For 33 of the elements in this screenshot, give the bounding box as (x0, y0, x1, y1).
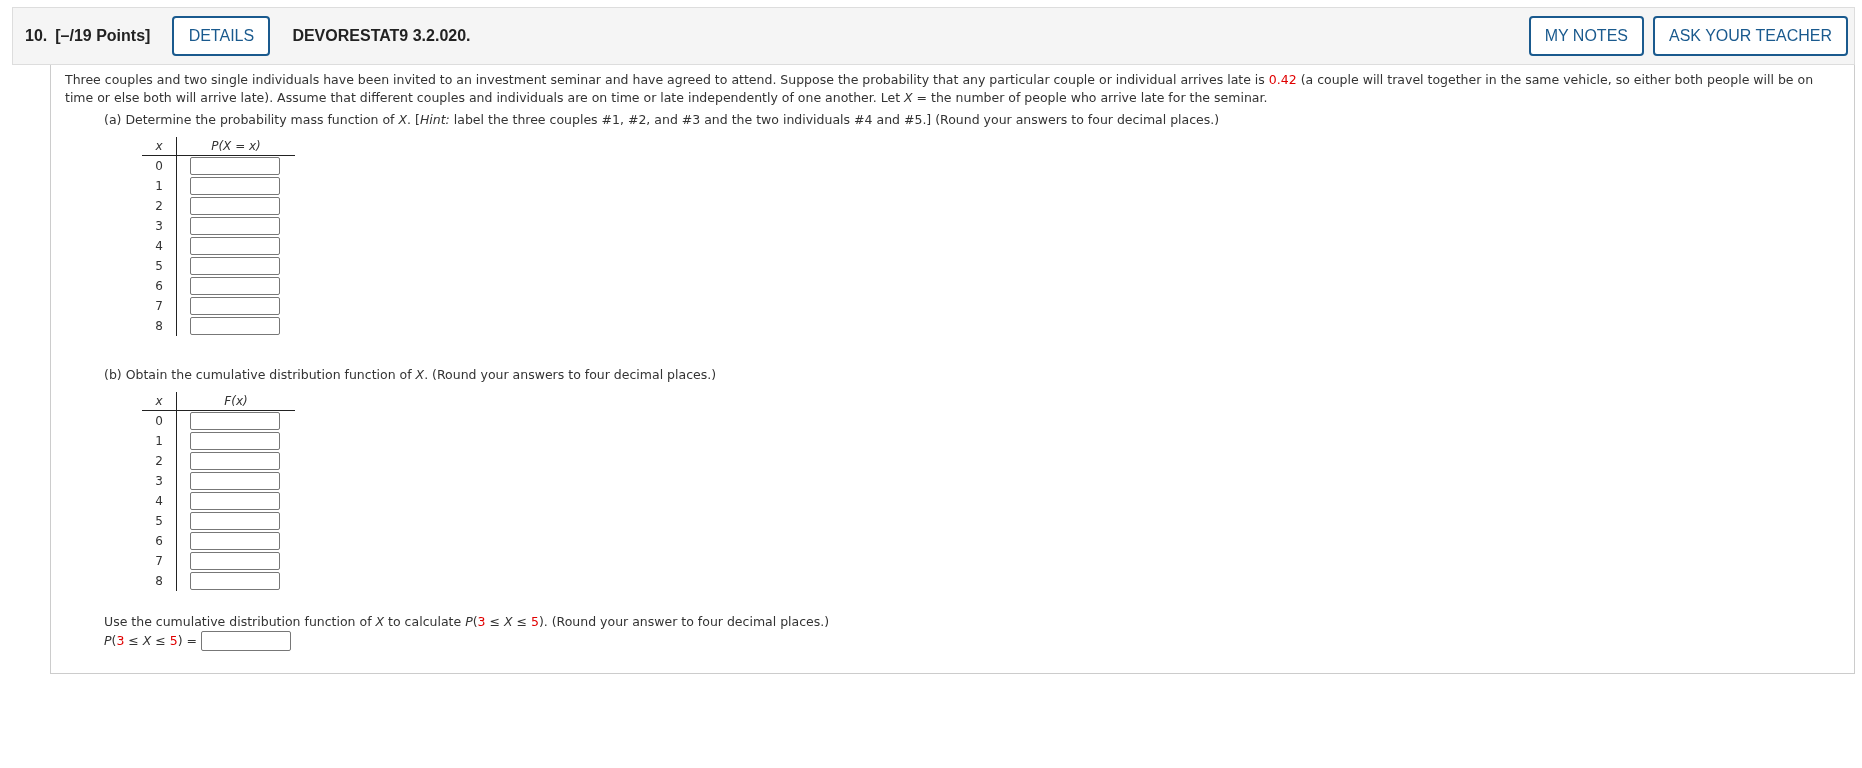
part-prompt: (a) Determine the probability mass function of X. [Hint: label the three couples #1, #2, and #3 and the two individuals #4 and #5.] (Round your answers to four decimal places.) (104, 111, 1221, 129)
row-value: 6 (155, 534, 163, 548)
points-label: [–/19 Points] (55, 27, 151, 45)
row-value: 0 (155, 159, 163, 173)
column-header: P(X = x) (176, 137, 295, 156)
question-text: Use the cumulative distribution function of X to calculate P(3 ≤ X ≤ 5). (Round your answer to four decimal places.) (104, 613, 831, 631)
row-value: 8 (155, 574, 163, 588)
row-value: 7 (155, 299, 163, 313)
row-value: 7 (155, 554, 163, 568)
row-value: 5 (155, 514, 163, 528)
row-value: 5 (155, 259, 163, 273)
header-button[interactable]: MY NOTES (1528, 16, 1644, 56)
column-header: F(x) (176, 392, 295, 411)
row-value: 6 (155, 279, 163, 293)
column-header: x (142, 137, 177, 156)
row-value: 0 (155, 414, 163, 428)
row-value: 2 (155, 199, 163, 213)
part-prompt: (b) Obtain the cumulative distribution function of X. (Round your answers to four decimal places.) (104, 366, 718, 384)
row-value: 3 (155, 219, 163, 233)
row-value: 8 (155, 319, 163, 333)
row-value: 4 (155, 494, 163, 508)
column-header: x (142, 392, 177, 411)
question-text: Three couples and two single individuals have been invited to an investment seminar and have agreed to attend. Suppose the probability that any particular couple or individual arrives late is 0.42 (a couple will travel together in the same vehicle, so either both people will be on time or else both will arrive late). Assume that different couples and individuals are on time or late independently of one another. Let X = the number of people who arrive late for the seminar. (65, 71, 1815, 107)
answer-label: P(3 ≤ X ≤ 5) = (104, 632, 198, 650)
question-number: 10. (25, 27, 48, 45)
question-code: DEVORESTAT9 3.2.020. (292, 27, 471, 45)
row-value: 2 (155, 454, 163, 468)
header-button[interactable]: ASK YOUR TEACHER (1653, 16, 1848, 56)
details-button[interactable]: DETAILS (172, 16, 271, 56)
row-value: 3 (155, 474, 163, 488)
row-value: 1 (155, 434, 163, 448)
row-value: 1 (155, 179, 163, 193)
row-value: 4 (155, 239, 163, 253)
